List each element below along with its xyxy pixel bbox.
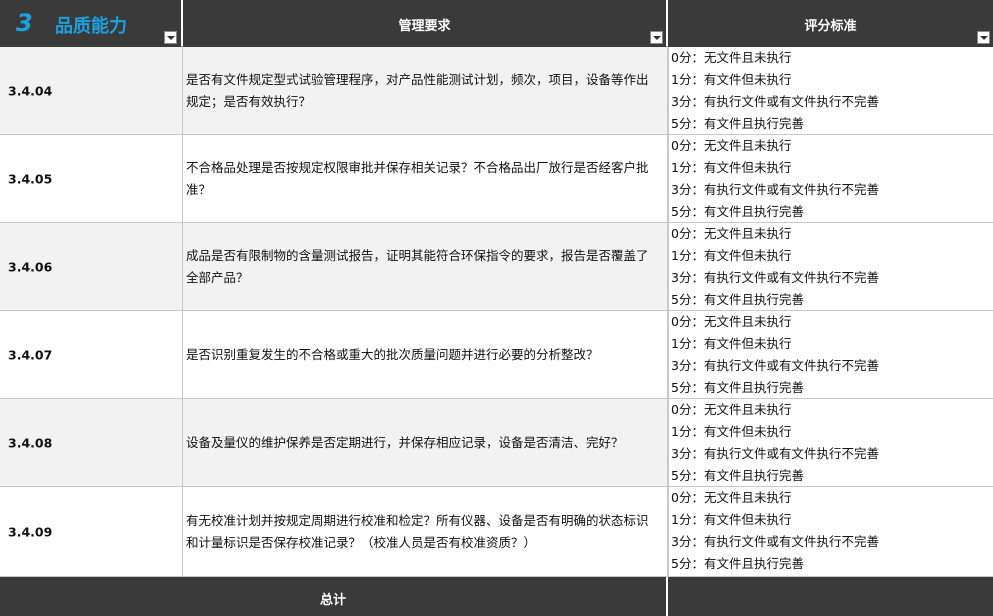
code-cell[interactable]: 3.4.05 <box>0 135 183 223</box>
table-row: 3.4.04 是否有文件规定型式试验管理程序，对产品性能测试计划，频次，项目，设… <box>0 47 993 135</box>
code-cell[interactable]: 3.4.04 <box>0 47 183 135</box>
item-code: 3.4.09 <box>8 524 53 539</box>
total-label-cell[interactable]: 总计 <box>0 577 668 616</box>
item-code: 3.4.04 <box>8 83 53 98</box>
table-row: 3.4.05 不合格品处理是否按规定权限审批并保存相关记录？不合格品出厂放行是否… <box>0 135 993 223</box>
score-3: 3分：有执行文件或有文件执行不完善 <box>671 534 879 549</box>
requirement-text: 设备及量仪的维护保养是否定期进行，并保存相应记录，设备是否清洁、完好？ <box>186 434 624 450</box>
code-cell[interactable]: 3.4.08 <box>0 399 183 487</box>
score-3: 3分：有执行文件或有文件执行不完善 <box>671 182 879 197</box>
requirement-text: 是否识别重复发生的不合格或重大的批次质量问题并进行必要的分析整改？ <box>186 346 599 362</box>
header-cell-section[interactable]: 3 品质能力 <box>0 0 183 47</box>
header-cell-criteria[interactable]: 评分标准 <box>668 0 993 47</box>
criteria-cell[interactable]: 0分：无文件且未执行 1分：有文件但未执行 3分：有执行文件或有文件执行不完善 … <box>668 399 993 487</box>
code-cell[interactable]: 3.4.07 <box>0 311 183 399</box>
item-code: 3.4.06 <box>8 259 53 274</box>
score-5: 5分：有文件且执行完善 <box>671 468 804 483</box>
total-row: 总计 <box>0 577 993 616</box>
code-cell[interactable]: 3.4.06 <box>0 223 183 311</box>
table-row: 3.4.06 成品是否有限制物的含量测试报告，证明其能符合环保指令的要求，报告是… <box>0 223 993 311</box>
section-title: 品质能力 <box>55 16 127 37</box>
item-code: 3.4.05 <box>8 171 53 186</box>
requirement-cell[interactable]: 是否有文件规定型式试验管理程序，对产品性能测试计划，频次，项目，设备等作出规定；… <box>183 47 668 135</box>
requirement-cell[interactable]: 设备及量仪的维护保养是否定期进行，并保存相应记录，设备是否清洁、完好？ <box>183 399 668 487</box>
requirement-text: 是否有文件规定型式试验管理程序，对产品性能测试计划，频次，项目，设备等作出规定；… <box>186 71 649 109</box>
score-1: 1分：有文件但未执行 <box>671 160 792 175</box>
total-label: 总计 <box>319 593 346 608</box>
filter-dropdown-icon[interactable] <box>650 31 663 44</box>
filter-dropdown-icon[interactable] <box>977 31 990 44</box>
table-row: 3.4.08 设备及量仪的维护保养是否定期进行，并保存相应记录，设备是否清洁、完… <box>0 399 993 487</box>
score-3: 3分：有执行文件或有文件执行不完善 <box>671 358 879 373</box>
score-3: 3分：有执行文件或有文件执行不完善 <box>671 94 879 109</box>
item-code: 3.4.08 <box>8 435 53 450</box>
score-0: 0分：无文件且未执行 <box>671 402 792 417</box>
score-5: 5分：有文件且执行完善 <box>671 380 804 395</box>
spreadsheet: 3 品质能力 管理要求 评分标准 3.4.04 是否有文件规定型式试验管理程序，… <box>0 0 993 616</box>
score-1: 1分：有文件但未执行 <box>671 248 792 263</box>
column-header-criteria: 评分标准 <box>804 19 857 34</box>
criteria-cell[interactable]: 0分：无文件且未执行 1分：有文件但未执行 3分：有执行文件或有文件执行不完善 … <box>668 47 993 135</box>
total-value-cell[interactable] <box>668 577 993 616</box>
score-0: 0分：无文件且未执行 <box>671 138 792 153</box>
requirement-cell[interactable]: 是否识别重复发生的不合格或重大的批次质量问题并进行必要的分析整改？ <box>183 311 668 399</box>
score-5: 5分：有文件且执行完善 <box>671 556 804 571</box>
header-row: 3 品质能力 管理要求 评分标准 <box>0 0 993 47</box>
score-0: 0分：无文件且未执行 <box>671 226 792 241</box>
score-0: 0分：无文件且未执行 <box>671 50 792 65</box>
score-1: 1分：有文件但未执行 <box>671 424 792 439</box>
score-3: 3分：有执行文件或有文件执行不完善 <box>671 446 879 461</box>
score-1: 1分：有文件但未执行 <box>671 512 792 527</box>
score-0: 0分：无文件且未执行 <box>671 314 792 329</box>
table-row: 3.4.09 有无校准计划并按规定周期进行校准和检定？所有仪器、设备是否有明确的… <box>0 487 993 577</box>
criteria-cell[interactable]: 0分：无文件且未执行 1分：有文件但未执行 3分：有执行文件或有文件执行不完善 … <box>668 487 993 577</box>
requirement-cell[interactable]: 有无校准计划并按规定周期进行校准和检定？所有仪器、设备是否有明确的状态标识和计量… <box>183 487 668 577</box>
code-cell[interactable]: 3.4.09 <box>0 487 183 577</box>
requirement-text: 不合格品处理是否按规定权限审批并保存相关记录？不合格品出厂放行是否经客户批准？ <box>186 159 649 197</box>
score-5: 5分：有文件且执行完善 <box>671 204 804 219</box>
requirement-text: 有无校准计划并按规定周期进行校准和检定？所有仪器、设备是否有明确的状态标识和计量… <box>186 512 649 550</box>
score-5: 5分：有文件且执行完善 <box>671 292 804 307</box>
criteria-cell[interactable]: 0分：无文件且未执行 1分：有文件但未执行 3分：有执行文件或有文件执行不完善 … <box>668 311 993 399</box>
score-1: 1分：有文件但未执行 <box>671 336 792 351</box>
column-header-requirement: 管理要求 <box>398 19 451 34</box>
header-cell-requirement[interactable]: 管理要求 <box>183 0 668 47</box>
score-0: 0分：无文件且未执行 <box>671 490 792 505</box>
requirement-cell[interactable]: 不合格品处理是否按规定权限审批并保存相关记录？不合格品出厂放行是否经客户批准？ <box>183 135 668 223</box>
criteria-cell[interactable]: 0分：无文件且未执行 1分：有文件但未执行 3分：有执行文件或有文件执行不完善 … <box>668 135 993 223</box>
table-row: 3.4.07 是否识别重复发生的不合格或重大的批次质量问题并进行必要的分析整改？… <box>0 311 993 399</box>
requirement-text: 成品是否有限制物的含量测试报告，证明其能符合环保指令的要求，报告是否覆盖了全部产… <box>186 247 649 285</box>
score-1: 1分：有文件但未执行 <box>671 72 792 87</box>
filter-dropdown-icon[interactable] <box>164 31 177 44</box>
item-code: 3.4.07 <box>8 347 53 362</box>
score-5: 5分：有文件且执行完善 <box>671 116 804 131</box>
section-number: 3 <box>16 9 33 37</box>
score-3: 3分：有执行文件或有文件执行不完善 <box>671 270 879 285</box>
requirement-cell[interactable]: 成品是否有限制物的含量测试报告，证明其能符合环保指令的要求，报告是否覆盖了全部产… <box>183 223 668 311</box>
criteria-cell[interactable]: 0分：无文件且未执行 1分：有文件但未执行 3分：有执行文件或有文件执行不完善 … <box>668 223 993 311</box>
